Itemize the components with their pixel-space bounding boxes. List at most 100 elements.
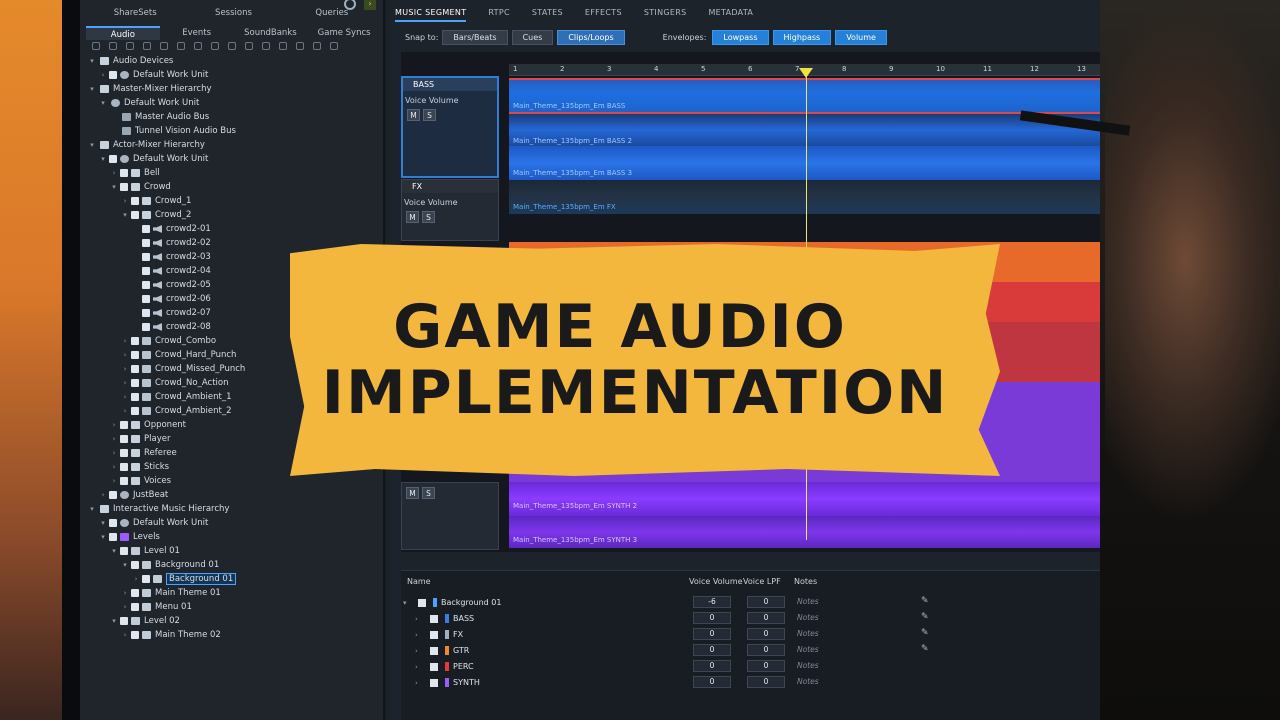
checkbox[interactable]	[131, 561, 139, 569]
checkbox[interactable]	[131, 603, 139, 611]
chevron-down-icon[interactable]: ▾	[99, 519, 107, 527]
notes-field[interactable]: Notes	[797, 645, 819, 654]
snap-bars-beats-button[interactable]: Bars/Beats	[442, 29, 508, 45]
checkbox[interactable]	[120, 477, 128, 485]
tree-item[interactable]: › Main Theme 02	[121, 628, 221, 642]
tree-item[interactable]: › Default Work Unit	[99, 68, 209, 82]
tree-item[interactable]: crowd2-03	[132, 250, 211, 264]
checkbox[interactable]	[109, 71, 117, 79]
chevron-down-icon[interactable]: ▾	[88, 57, 96, 65]
chevron-right-icon[interactable]: ›	[415, 679, 425, 687]
checkbox[interactable]	[142, 309, 150, 317]
chevron-right-icon[interactable]: ›	[121, 631, 129, 639]
tree-item[interactable]: ▾ Levels	[99, 530, 160, 544]
checkbox[interactable]	[430, 646, 438, 655]
chevron-right-icon[interactable]: ›	[121, 351, 129, 359]
voice-volume-field[interactable]: -6	[693, 596, 731, 608]
tree-item[interactable]: ▾ Level 01	[110, 544, 180, 558]
chevron-right-icon[interactable]: ›	[110, 477, 118, 485]
chevron-right-icon[interactable]: ›	[415, 663, 425, 671]
checkbox[interactable]	[120, 547, 128, 555]
checkbox[interactable]	[131, 365, 139, 373]
clip-fx-1[interactable]: Main_Theme_135bpm_Em FX	[509, 180, 1120, 214]
arrow-right-icon[interactable]: ›	[364, 0, 376, 10]
notes-field[interactable]: Notes	[797, 677, 819, 686]
tree-item[interactable]: Master Audio Bus	[110, 110, 209, 124]
chevron-right-icon[interactable]: ›	[121, 603, 129, 611]
snap-clips-loops-button[interactable]: Clips/Loops	[557, 29, 625, 45]
tree-item[interactable]: › Crowd_Combo	[121, 334, 216, 348]
toolbar-icon[interactable]	[279, 42, 287, 50]
tree-item[interactable]: ▾ Default Work Unit	[99, 96, 199, 110]
checkbox[interactable]	[142, 575, 150, 583]
col-name[interactable]: Name	[407, 577, 431, 586]
chevron-down-icon[interactable]: ▾	[88, 85, 96, 93]
checkbox[interactable]	[109, 491, 117, 499]
toolbar-icon[interactable]	[143, 42, 151, 50]
tree-item[interactable]: ▾ Master-Mixer Hierarchy	[88, 82, 211, 96]
envelope-highpass-button[interactable]: Highpass	[772, 29, 832, 45]
tree-item[interactable]: crowd2-01	[132, 222, 211, 236]
checkbox[interactable]	[120, 183, 128, 191]
tree-item[interactable]: › Opponent	[110, 418, 186, 432]
checkbox[interactable]	[142, 239, 150, 247]
notes-field[interactable]: Notes	[797, 629, 819, 638]
tree-item[interactable]: › Crowd_No_Action	[121, 376, 229, 390]
voice-lpf-field[interactable]: 0	[747, 596, 785, 608]
checkbox[interactable]	[430, 678, 438, 687]
clip-bass-1[interactable]: Main_Theme_135bpm_Em BASS	[509, 78, 1120, 112]
tree-item[interactable]: Tunnel Vision Audio Bus	[110, 124, 236, 138]
snap-cues-button[interactable]: Cues	[511, 29, 554, 45]
checkbox[interactable]	[430, 662, 438, 671]
chevron-right-icon[interactable]: ›	[121, 337, 129, 345]
toolbar-icon[interactable]	[313, 42, 321, 50]
table-row[interactable]: › BASS	[415, 611, 474, 626]
clip-synth-2[interactable]: Main_Theme_135bpm_Em SYNTH 2	[509, 482, 1120, 516]
tree-item[interactable]: › Voices	[110, 474, 171, 488]
tree-item[interactable]: › Bell	[110, 166, 160, 180]
voice-volume-field[interactable]: 0	[693, 644, 731, 656]
checkbox[interactable]	[131, 337, 139, 345]
chevron-right-icon[interactable]: ›	[110, 435, 118, 443]
chevron-down-icon[interactable]: ▾	[403, 599, 413, 607]
notes-field[interactable]: Notes	[797, 613, 819, 622]
chevron-right-icon[interactable]: ›	[121, 365, 129, 373]
tab-game-syncs[interactable]: Game Syncs	[307, 26, 381, 40]
tree-item[interactable]: crowd2-05	[132, 278, 211, 292]
tree-item[interactable]: › Background 01	[132, 572, 237, 586]
checkbox[interactable]	[120, 435, 128, 443]
toolbar-icon[interactable]	[296, 42, 304, 50]
voice-lpf-field[interactable]: 0	[747, 676, 785, 688]
checkbox[interactable]	[131, 351, 139, 359]
tree-item[interactable]: › Crowd_Missed_Punch	[121, 362, 246, 376]
chevron-down-icon[interactable]: ▾	[99, 155, 107, 163]
toolbar-icon[interactable]	[330, 42, 338, 50]
solo-button[interactable]: S	[422, 487, 435, 499]
notes-field[interactable]: Notes	[797, 597, 819, 606]
envelope-volume-button[interactable]: Volume	[835, 29, 887, 45]
voice-lpf-field[interactable]: 0	[747, 612, 785, 624]
notes-field[interactable]: Notes	[797, 661, 819, 670]
tree-item[interactable]: crowd2-06	[132, 292, 211, 306]
tree-item[interactable]: ▾ Background 01	[121, 558, 219, 572]
tree-item[interactable]: ▾ Level 02	[110, 614, 180, 628]
tree-item[interactable]: ▾ Default Work Unit	[99, 152, 208, 166]
tree-item[interactable]: › Crowd_Ambient_2	[121, 404, 232, 418]
toolbar-icon[interactable]	[228, 42, 236, 50]
chevron-down-icon[interactable]: ▾	[110, 617, 118, 625]
col-voice-volume[interactable]: Voice Volume	[689, 577, 743, 586]
track-header-bass[interactable]: BASS Voice Volume M S	[401, 76, 499, 178]
chevron-down-icon[interactable]: ▾	[88, 505, 96, 513]
clip-bass-3[interactable]: Main_Theme_135bpm_Em BASS 3	[509, 146, 1120, 180]
pencil-icon[interactable]: ✎	[921, 628, 929, 638]
col-notes[interactable]: Notes	[794, 577, 817, 586]
toolbar-icon[interactable]	[177, 42, 185, 50]
checkbox[interactable]	[120, 463, 128, 471]
voice-volume-field[interactable]: 0	[693, 612, 731, 624]
tab-music-segment[interactable]: MUSIC SEGMENT	[395, 4, 467, 22]
toolbar-icon[interactable]	[109, 42, 117, 50]
tab-sharesets[interactable]: ShareSets	[86, 8, 184, 24]
checkbox[interactable]	[142, 323, 150, 331]
tab-states[interactable]: STATES	[532, 4, 563, 22]
tree-item[interactable]: crowd2-08	[132, 320, 211, 334]
